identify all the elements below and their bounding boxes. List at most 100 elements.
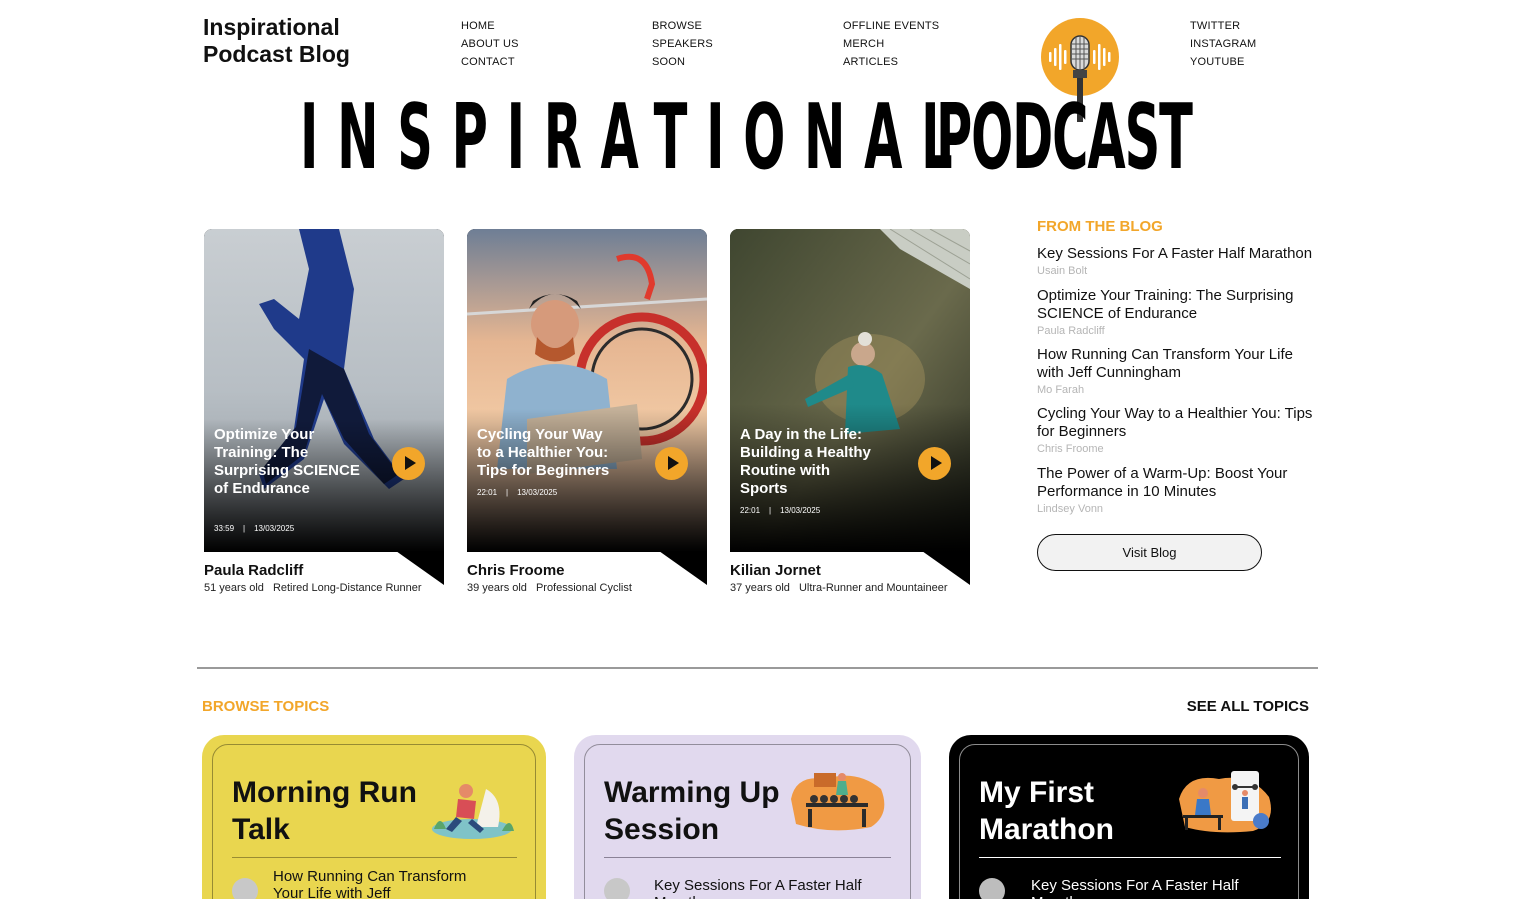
nav-home-link[interactable]: HOME bbox=[461, 17, 519, 35]
card-duration: 22:01 bbox=[740, 506, 761, 515]
blog-item-title: Optimize Your Training: The Surprising S… bbox=[1037, 287, 1294, 322]
speaker-role: Ultra-Runner and Mountaineer bbox=[798, 582, 948, 594]
speaker-age: 39 years old bbox=[467, 582, 527, 594]
see-all-topics-link[interactable]: SEE ALL TOPICS bbox=[1187, 698, 1309, 715]
blog-item-title: Cycling Your Way to a Healthier You: Tip… bbox=[1037, 405, 1313, 440]
blog-item-author: Usain Bolt bbox=[1037, 265, 1088, 277]
topic-separator bbox=[232, 857, 517, 858]
nav-articles-link[interactable]: ARTICLES bbox=[843, 53, 939, 71]
nav-browse-link[interactable]: BROWSE bbox=[652, 17, 713, 35]
topic-title: Warming Up Session bbox=[604, 774, 780, 848]
blog-item-title: The Power of a Warm-Up: Boost Your Perfo… bbox=[1037, 465, 1288, 500]
speaker-role: Professional Cyclist bbox=[535, 582, 632, 594]
card-title: Cycling Your Way to a Healthier You: Tip… bbox=[477, 426, 610, 479]
topic-card-warming-up[interactable]: Warming Up Session Key Sessions For A Fa… bbox=[574, 735, 921, 899]
play-button[interactable] bbox=[655, 447, 688, 480]
topic-title: My First Marathon bbox=[979, 774, 1114, 848]
blog-item-author: Paula Radcliff bbox=[1037, 325, 1105, 337]
card-title: Optimize Your Training: The Surprising S… bbox=[214, 426, 360, 497]
card-speech-tail bbox=[659, 551, 707, 585]
podcast-card[interactable]: A Day in the Life: Building a Healthy Ro… bbox=[730, 229, 970, 594]
topic-title-line-2: Session bbox=[604, 813, 720, 846]
blog-item-title: How Running Can Transform Your Life with… bbox=[1037, 346, 1293, 381]
card-meta: 33:59 | 13/03/2025 bbox=[214, 524, 295, 533]
podcast-card[interactable]: Optimize Your Training: The Surprising S… bbox=[204, 229, 444, 594]
topic-title-line-1: Warming Up bbox=[604, 776, 780, 809]
speaker-name: Kilian Jornet bbox=[730, 562, 821, 579]
brand-line-2: Podcast Blog bbox=[203, 41, 350, 67]
play-button[interactable] bbox=[918, 447, 951, 480]
speaker-role: Retired Long-Distance Runner bbox=[272, 582, 422, 594]
nav-speakers-link[interactable]: SPEAKERS bbox=[652, 35, 713, 53]
card-date: 13/03/2025 bbox=[517, 488, 558, 497]
play-button[interactable] bbox=[392, 447, 425, 480]
site-logo-text[interactable]: Inspirational Podcast Blog bbox=[203, 14, 363, 68]
nav-merch-link[interactable]: MERCH bbox=[843, 35, 939, 53]
gym-illustration-icon bbox=[791, 773, 885, 831]
nav-offline-events-link[interactable]: OFFLINE EVENTS bbox=[843, 17, 939, 35]
hero-word-podcast: PODCAST bbox=[936, 85, 1193, 190]
topic-title-line-1: My First bbox=[979, 776, 1095, 809]
nav-about-link[interactable]: ABOUT US bbox=[461, 35, 519, 53]
card-meta: 22:01 | 13/03/2025 bbox=[477, 488, 558, 497]
nav-column-events: OFFLINE EVENTS MERCH ARTICLES bbox=[843, 17, 939, 71]
speaker-details: 51 years old Retired Long-Distance Runner bbox=[204, 582, 422, 594]
card-speech-tail bbox=[396, 551, 444, 585]
card-photo-cyclist bbox=[467, 229, 707, 552]
nav-soon-link[interactable]: SOON bbox=[652, 53, 713, 71]
weightlifting-illustration-icon bbox=[1179, 771, 1271, 833]
visit-blog-button[interactable]: Visit Blog bbox=[1037, 534, 1262, 571]
card-photo-runner bbox=[204, 229, 444, 552]
topic-title: Morning Run Talk bbox=[232, 774, 417, 848]
blog-item-title: Key Sessions For A Faster Half Marathon bbox=[1037, 245, 1313, 262]
nav-column-browse: BROWSE SPEAKERS SOON bbox=[652, 17, 713, 71]
hero-wordmark: INSPIRATIONAL PODCAST bbox=[300, 92, 1212, 184]
speaker-name: Paula Radcliff bbox=[204, 562, 304, 579]
blog-item[interactable]: How Running Can Transform Your Life with… bbox=[1037, 346, 1317, 397]
topic-card-first-marathon[interactable]: My First Marathon Key Sessions For A Fas… bbox=[949, 735, 1309, 899]
speaker-details: 37 years old Ultra-Runner and Mountaineer bbox=[730, 582, 948, 594]
topic-episode-title[interactable]: Key Sessions For A Faster Half Marathon bbox=[654, 877, 869, 899]
blog-heading: FROM THE BLOG bbox=[1037, 218, 1163, 235]
card-date: 13/03/2025 bbox=[254, 524, 295, 533]
blog-item[interactable]: Optimize Your Training: The Surprising S… bbox=[1037, 287, 1317, 338]
runner-illustration-icon bbox=[432, 784, 514, 839]
episode-avatar bbox=[232, 878, 258, 899]
nav-youtube-link[interactable]: YOUTUBE bbox=[1190, 53, 1256, 71]
nav-column-main: HOME ABOUT US CONTACT bbox=[461, 17, 519, 71]
topic-card-morning-run[interactable]: Morning Run Talk How Running Can Transfo… bbox=[202, 735, 546, 899]
topic-title-line-2: Marathon bbox=[979, 813, 1114, 846]
speaker-age: 51 years old bbox=[204, 582, 264, 594]
topic-title-line-1: Morning Run bbox=[232, 776, 417, 809]
topic-episode-title[interactable]: Key Sessions For A Faster Half Marathon bbox=[1031, 877, 1261, 899]
nav-column-social: TWITTER INSTAGRAM YOUTUBE bbox=[1190, 17, 1256, 71]
speaker-age: 37 years old bbox=[730, 582, 790, 594]
blog-item-author: Lindsey Vonn bbox=[1037, 503, 1104, 515]
episode-avatar bbox=[979, 878, 1005, 899]
speaker-details: 39 years old Professional Cyclist bbox=[467, 582, 632, 594]
section-divider bbox=[197, 667, 1318, 669]
episode-avatar bbox=[604, 878, 630, 899]
blog-item[interactable]: The Power of a Warm-Up: Boost Your Perfo… bbox=[1037, 465, 1317, 516]
topic-separator bbox=[604, 857, 891, 858]
podcast-card[interactable]: Cycling Your Way to a Healthier You: Tip… bbox=[467, 229, 707, 594]
topic-episode-title[interactable]: How Running Can Transform Your Life with… bbox=[273, 868, 488, 899]
card-speech-tail bbox=[922, 551, 970, 585]
browse-topics-heading: BROWSE TOPICS bbox=[202, 698, 330, 715]
nav-twitter-link[interactable]: TWITTER bbox=[1190, 17, 1256, 35]
hero-word-inspirational: INSPIRATIONAL bbox=[300, 85, 972, 190]
blog-item[interactable]: Cycling Your Way to a Healthier You: Tip… bbox=[1037, 405, 1317, 456]
blog-item[interactable]: Key Sessions For A Faster Half Marathon … bbox=[1037, 245, 1317, 278]
nav-contact-link[interactable]: CONTACT bbox=[461, 53, 519, 71]
nav-instagram-link[interactable]: INSTAGRAM bbox=[1190, 35, 1256, 53]
blog-item-author: Chris Froome bbox=[1037, 443, 1104, 455]
card-photo-stretching bbox=[730, 229, 970, 552]
card-duration: 33:59 bbox=[214, 524, 235, 533]
speaker-name: Chris Froome bbox=[467, 562, 565, 579]
topic-title-line-2: Talk bbox=[232, 813, 290, 846]
card-duration: 22:01 bbox=[477, 488, 498, 497]
brand-line-1: Inspirational bbox=[203, 14, 340, 40]
card-date: 13/03/2025 bbox=[780, 506, 821, 515]
blog-item-author: Mo Farah bbox=[1037, 384, 1085, 396]
card-title: A Day in the Life: Building a Healthy Ro… bbox=[740, 426, 871, 497]
